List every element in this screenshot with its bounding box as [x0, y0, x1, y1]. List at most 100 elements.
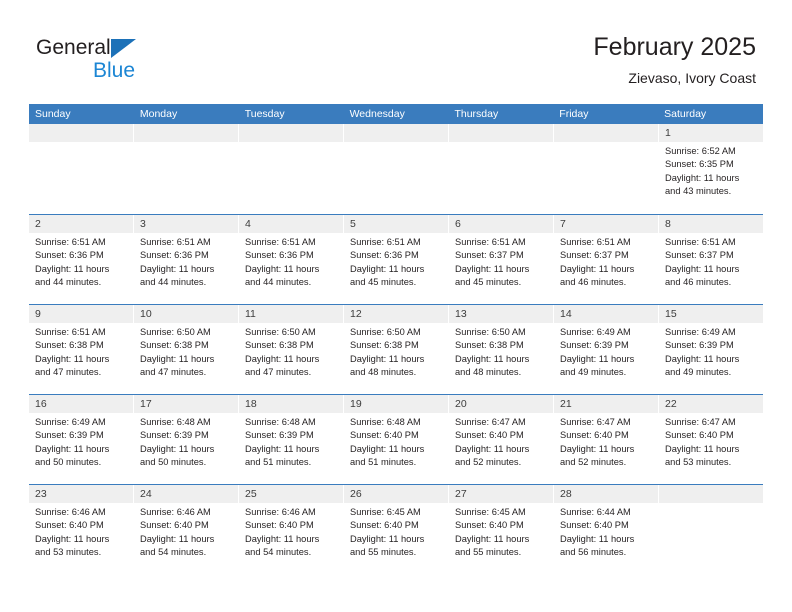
day-cell-empty — [344, 124, 449, 214]
sunrise-text: Sunrise: 6:51 AM — [665, 237, 736, 247]
sunrise-text: Sunrise: 6:51 AM — [140, 237, 211, 247]
day-details: Sunrise: 6:51 AM Sunset: 6:37 PM Daylight:… — [449, 233, 553, 289]
day-cell[interactable]: 5 Sunrise: 6:51 AM Sunset: 6:36 PM Daylight… — [344, 215, 449, 304]
day-cell[interactable]: 21 Sunrise: 6:47 AM Sunset: 6:40 PM Dayligh… — [554, 395, 659, 484]
sunset-text: Sunset: 6:39 PM — [560, 340, 629, 351]
day-number: 8 — [659, 215, 763, 233]
sunrise-text: Sunrise: 6:49 AM — [665, 327, 736, 337]
logo-word-blue: Blue — [93, 59, 136, 82]
day-number — [239, 124, 343, 142]
day-number: 18 — [239, 395, 343, 413]
daylight-text: Daylight: 11 hours and 48 minutes. — [455, 353, 530, 377]
day-number: 27 — [449, 485, 553, 503]
day-cell[interactable]: 11 Sunrise: 6:50 AM Sunset: 6:38 PM Dayligh… — [239, 305, 344, 394]
daylight-text: Daylight: 11 hours and 52 minutes. — [455, 443, 530, 467]
weekday-header-sunday: Sunday — [35, 108, 71, 120]
weekday-header-tuesday: Tuesday — [244, 108, 285, 120]
day-details: Sunrise: 6:51 AM Sunset: 6:37 PM Daylight:… — [554, 233, 658, 289]
day-cell[interactable]: 17 Sunrise: 6:48 AM Sunset: 6:39 PM Dayligh… — [134, 395, 239, 484]
sunset-text: Sunset: 6:36 PM — [350, 250, 419, 261]
sunrise-text: Sunrise: 6:48 AM — [350, 417, 421, 427]
day-cell[interactable]: 2 Sunrise: 6:51 AM Sunset: 6:36 PM Daylight… — [29, 215, 134, 304]
day-details: Sunrise: 6:51 AM Sunset: 6:38 PM Daylight:… — [29, 323, 133, 379]
day-cell[interactable]: 20 Sunrise: 6:47 AM Sunset: 6:40 PM Dayligh… — [449, 395, 554, 484]
day-details: Sunrise: 6:51 AM Sunset: 6:36 PM Daylight:… — [239, 233, 343, 289]
weekday-header-monday: Monday — [139, 108, 178, 120]
day-cell[interactable]: 4 Sunrise: 6:51 AM Sunset: 6:36 PM Daylight… — [239, 215, 344, 304]
day-cell[interactable]: 23 Sunrise: 6:46 AM Sunset: 6:40 PM Dayligh… — [29, 485, 134, 574]
day-number: 16 — [29, 395, 133, 413]
page-header: General Blue February 2025 Zievaso, Ivor… — [0, 0, 792, 100]
day-number: 15 — [659, 305, 763, 323]
day-details: Sunrise: 6:50 AM Sunset: 6:38 PM Daylight:… — [134, 323, 238, 379]
day-cell[interactable]: 27 Sunrise: 6:45 AM Sunset: 6:40 PM Dayligh… — [449, 485, 554, 574]
calendar-weeks: 1 Sunrise: 6:52 AM Sunset: 6:35 PM Daylight… — [29, 124, 763, 574]
sunset-text: Sunset: 6:40 PM — [665, 430, 734, 441]
triangle-icon — [111, 39, 136, 58]
day-cell[interactable]: 7 Sunrise: 6:51 AM Sunset: 6:37 PM Daylight… — [554, 215, 659, 304]
sunset-text: Sunset: 6:36 PM — [245, 250, 314, 261]
daylight-text: Daylight: 11 hours and 56 minutes. — [560, 533, 635, 557]
day-cell[interactable]: 12 Sunrise: 6:50 AM Sunset: 6:38 PM Dayligh… — [344, 305, 449, 394]
day-details: Sunrise: 6:48 AM Sunset: 6:40 PM Daylight:… — [344, 413, 448, 469]
day-cell[interactable]: 6 Sunrise: 6:51 AM Sunset: 6:37 PM Daylight… — [449, 215, 554, 304]
day-details: Sunrise: 6:48 AM Sunset: 6:39 PM Daylight:… — [239, 413, 343, 469]
day-number: 12 — [344, 305, 448, 323]
day-cell[interactable]: 18 Sunrise: 6:48 AM Sunset: 6:39 PM Dayligh… — [239, 395, 344, 484]
day-cell[interactable]: 14 Sunrise: 6:49 AM Sunset: 6:39 PM Dayligh… — [554, 305, 659, 394]
day-number — [344, 124, 448, 142]
day-cell[interactable]: 28 Sunrise: 6:44 AM Sunset: 6:40 PM Dayligh… — [554, 485, 659, 574]
sunset-text: Sunset: 6:38 PM — [455, 340, 524, 351]
daylight-text: Daylight: 11 hours and 49 minutes. — [665, 353, 740, 377]
daylight-text: Daylight: 11 hours and 45 minutes. — [455, 263, 530, 287]
day-number: 24 — [134, 485, 238, 503]
day-cell[interactable]: 15 Sunrise: 6:49 AM Sunset: 6:39 PM Dayligh… — [659, 305, 763, 394]
day-details: Sunrise: 6:49 AM Sunset: 6:39 PM Daylight:… — [29, 413, 133, 469]
general-blue-logo[interactable]: General Blue — [36, 36, 216, 88]
weekday-header-wednesday: Wednesday — [349, 108, 405, 120]
day-cell-empty — [659, 485, 763, 574]
sunset-text: Sunset: 6:40 PM — [560, 520, 629, 531]
day-details: Sunrise: 6:47 AM Sunset: 6:40 PM Daylight:… — [449, 413, 553, 469]
day-cell[interactable]: 22 Sunrise: 6:47 AM Sunset: 6:40 PM Dayligh… — [659, 395, 763, 484]
location-subtitle: Zievaso, Ivory Coast — [628, 70, 756, 86]
day-cell[interactable]: 24 Sunrise: 6:46 AM Sunset: 6:40 PM Dayligh… — [134, 485, 239, 574]
sunset-text: Sunset: 6:38 PM — [245, 340, 314, 351]
day-cell[interactable]: 25 Sunrise: 6:46 AM Sunset: 6:40 PM Dayligh… — [239, 485, 344, 574]
sunrise-text: Sunrise: 6:50 AM — [455, 327, 526, 337]
day-cell[interactable]: 3 Sunrise: 6:51 AM Sunset: 6:36 PM Daylight… — [134, 215, 239, 304]
daylight-text: Daylight: 11 hours and 47 minutes. — [140, 353, 215, 377]
day-details: Sunrise: 6:51 AM Sunset: 6:36 PM Daylight:… — [344, 233, 448, 289]
weekday-header-saturday: Saturday — [664, 108, 707, 120]
day-cell[interactable]: 8 Sunrise: 6:51 AM Sunset: 6:37 PM Daylight… — [659, 215, 763, 304]
day-cell[interactable]: 13 Sunrise: 6:50 AM Sunset: 6:38 PM Dayligh… — [449, 305, 554, 394]
day-cell[interactable]: 1 Sunrise: 6:52 AM Sunset: 6:35 PM Daylight… — [659, 124, 763, 214]
sunset-text: Sunset: 6:38 PM — [35, 340, 104, 351]
sunset-text: Sunset: 6:35 PM — [665, 159, 734, 170]
day-number: 6 — [449, 215, 553, 233]
sunrise-text: Sunrise: 6:46 AM — [245, 507, 316, 517]
day-cell[interactable]: 26 Sunrise: 6:45 AM Sunset: 6:40 PM Dayligh… — [344, 485, 449, 574]
day-number: 4 — [239, 215, 343, 233]
daylight-text: Daylight: 11 hours and 50 minutes. — [35, 443, 110, 467]
day-cell[interactable]: 10 Sunrise: 6:50 AM Sunset: 6:38 PM Dayligh… — [134, 305, 239, 394]
day-details: Sunrise: 6:45 AM Sunset: 6:40 PM Daylight:… — [344, 503, 448, 559]
daylight-text: Daylight: 11 hours and 48 minutes. — [350, 353, 425, 377]
daylight-text: Daylight: 11 hours and 55 minutes. — [455, 533, 530, 557]
sunset-text: Sunset: 6:40 PM — [245, 520, 314, 531]
sunrise-text: Sunrise: 6:51 AM — [560, 237, 631, 247]
day-cell[interactable]: 9 Sunrise: 6:51 AM Sunset: 6:38 PM Daylight… — [29, 305, 134, 394]
day-number: 2 — [29, 215, 133, 233]
day-details: Sunrise: 6:51 AM Sunset: 6:36 PM Daylight:… — [134, 233, 238, 289]
day-cell[interactable]: 16 Sunrise: 6:49 AM Sunset: 6:39 PM Dayligh… — [29, 395, 134, 484]
day-details: Sunrise: 6:45 AM Sunset: 6:40 PM Daylight:… — [449, 503, 553, 559]
daylight-text: Daylight: 11 hours and 46 minutes. — [665, 263, 740, 287]
day-details: Sunrise: 6:52 AM Sunset: 6:35 PM Daylight:… — [659, 142, 763, 198]
sunset-text: Sunset: 6:38 PM — [140, 340, 209, 351]
daylight-text: Daylight: 11 hours and 51 minutes. — [245, 443, 320, 467]
sunset-text: Sunset: 6:36 PM — [140, 250, 209, 261]
sunset-text: Sunset: 6:37 PM — [665, 250, 734, 261]
day-number: 26 — [344, 485, 448, 503]
day-cell[interactable]: 19 Sunrise: 6:48 AM Sunset: 6:40 PM Dayligh… — [344, 395, 449, 484]
sunset-text: Sunset: 6:37 PM — [560, 250, 629, 261]
